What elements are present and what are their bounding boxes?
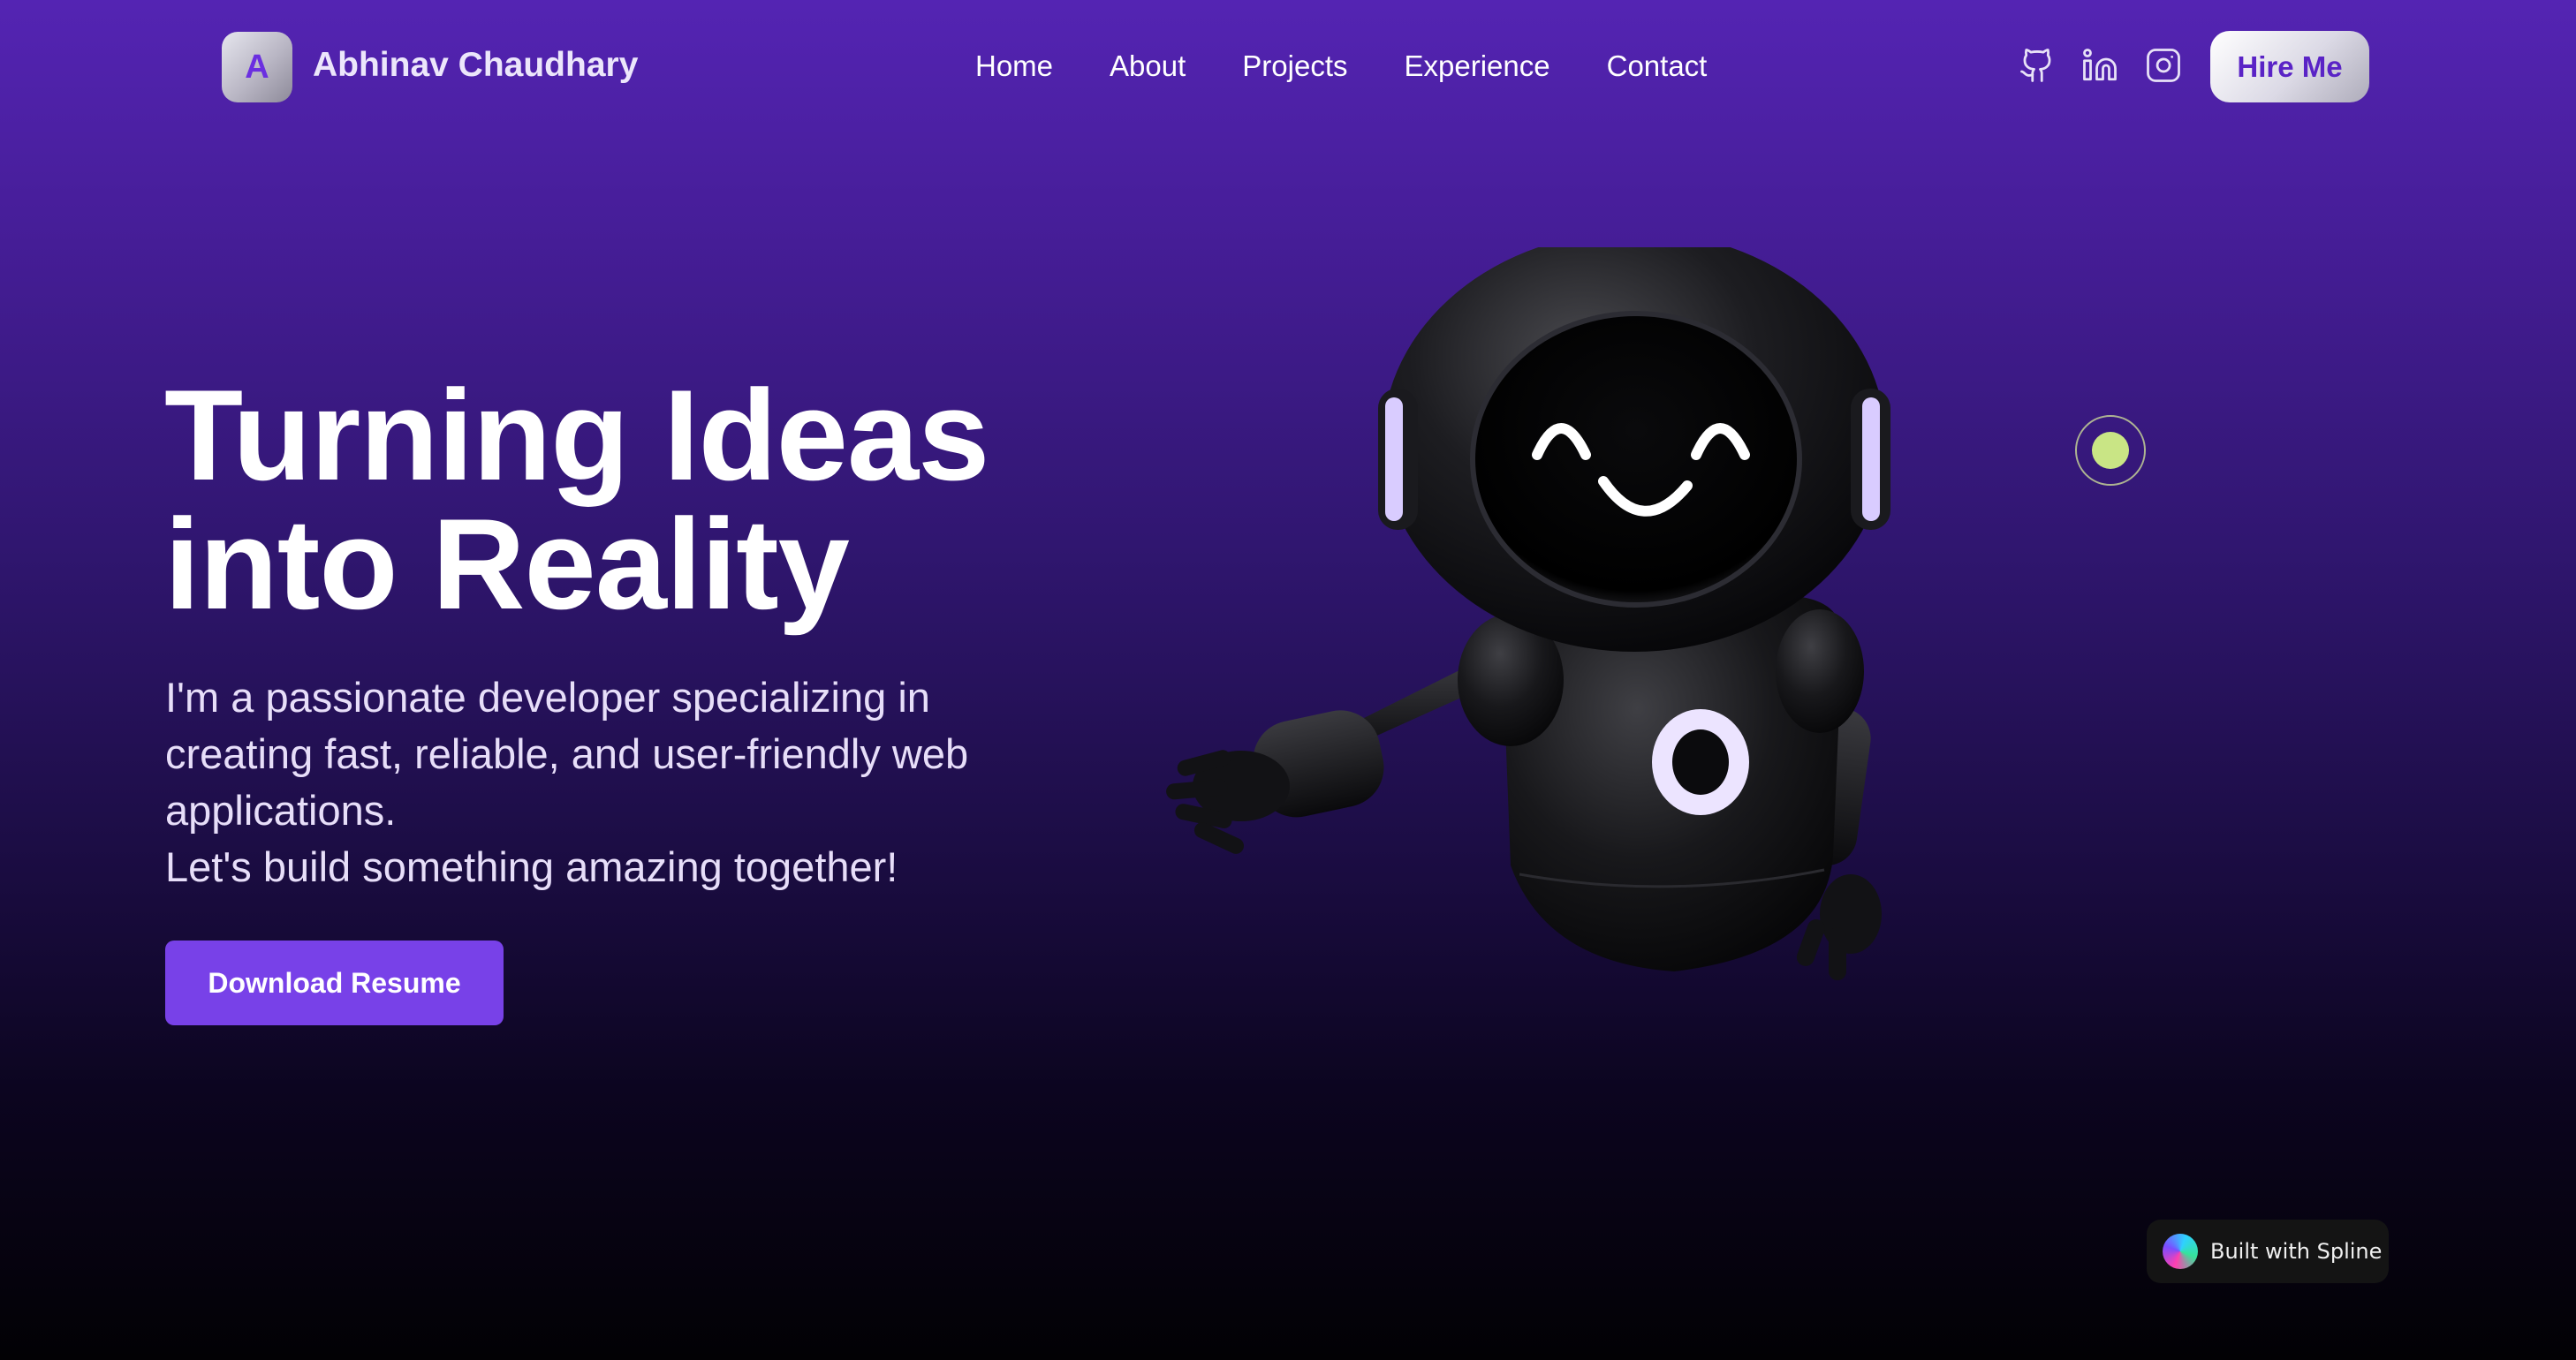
github-icon[interactable] (2018, 46, 2057, 85)
spline-badge-text: Built with Spline (2210, 1239, 2383, 1264)
hero-desc-line-4: Let's build something amazing together! (165, 843, 898, 890)
nav-about[interactable]: About (1110, 49, 1186, 85)
nav-projects[interactable]: Projects (1242, 49, 1347, 85)
download-resume-button[interactable]: Download Resume (165, 941, 504, 1025)
hero-desc-line-1: I'm a passionate developer specializing … (165, 674, 930, 721)
hero-title-line-2: into Reality (164, 492, 850, 636)
linkedin-icon[interactable] (2080, 46, 2119, 85)
logo-letter: A (245, 48, 269, 86)
instagram-icon[interactable] (2144, 46, 2183, 85)
hero-description: I'm a passionate developer specializing … (165, 669, 1049, 895)
nav-experience[interactable]: Experience (1405, 49, 1550, 85)
interaction-target[interactable] (2075, 415, 2146, 486)
hero-desc-line-2: creating fast, reliable, and user-friend… (165, 730, 969, 777)
built-with-spline-badge[interactable]: Built with Spline (2147, 1220, 2389, 1283)
nav-contact[interactable]: Contact (1607, 49, 1708, 85)
robot-illustration[interactable] (1122, 247, 1935, 989)
hire-me-button[interactable]: Hire Me (2210, 31, 2369, 102)
logo-badge[interactable]: A (222, 32, 292, 102)
main-nav: Home About Projects Experience Contact (975, 49, 1707, 85)
hero-desc-line-3: applications. (165, 787, 397, 834)
target-dot (2092, 432, 2129, 469)
hero-title: Turning Ideas into Reality (164, 371, 1136, 629)
nav-home[interactable]: Home (975, 49, 1053, 85)
site-header: A Abhinav Chaudhary Home About Projects … (0, 0, 2576, 132)
spline-logo-icon (2163, 1234, 2198, 1269)
hero-title-line-1: Turning Ideas (164, 363, 989, 507)
brand-name[interactable]: Abhinav Chaudhary (313, 46, 638, 85)
